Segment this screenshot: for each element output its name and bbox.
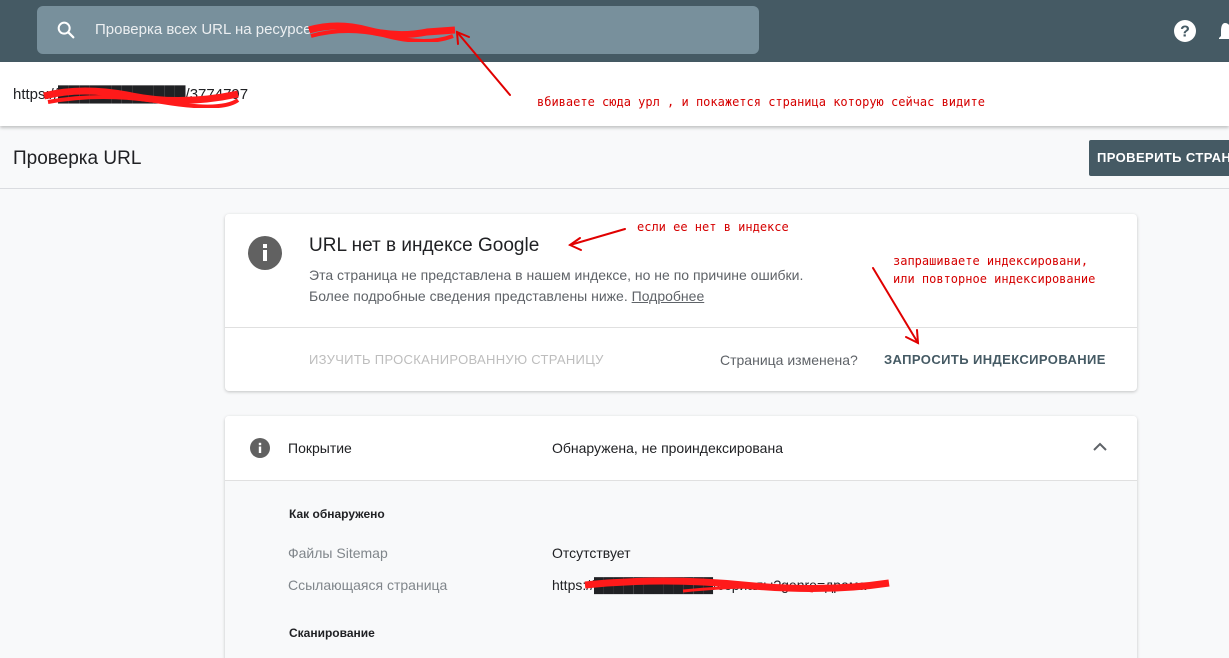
test-live-url-button[interactable]: ПРОВЕРИТЬ СТРАНИЦУ bbox=[1089, 140, 1229, 176]
card-divider bbox=[225, 327, 1137, 328]
notifications-icon[interactable] bbox=[1219, 20, 1229, 42]
coverage-details: Как обнаружено Файлы Sitemap Отсутствует… bbox=[225, 481, 1137, 658]
description-line-2: Более подробные сведения представлены ни… bbox=[309, 286, 869, 307]
description-line-1: Эта страница не представлена в нашем инд… bbox=[309, 267, 804, 283]
index-status-card: URL нет в индексе Google Эта страница не… bbox=[225, 214, 1137, 391]
coverage-card: Покрытие Обнаружена, не проиндексирована… bbox=[225, 416, 1137, 658]
chevron-up-icon[interactable] bbox=[1093, 442, 1107, 452]
redaction-scribble bbox=[308, 22, 456, 42]
annotation-enter-url: вбиваете сюда урл , и покажется страница… bbox=[537, 95, 985, 109]
coverage-value: Обнаружена, не проиндексирована bbox=[552, 440, 783, 456]
page-title: Проверка URL bbox=[13, 148, 142, 169]
description-line-2-text: Более подробные сведения представлены ни… bbox=[309, 288, 628, 304]
crawl-section-title: Сканирование bbox=[289, 626, 375, 640]
coverage-header[interactable]: Покрытие Обнаружена, не проиндексирована bbox=[225, 416, 1137, 481]
top-app-bar: Проверка всех URL на ресурсе ? bbox=[0, 0, 1229, 62]
index-status-heading: URL нет в индексе Google bbox=[309, 235, 540, 256]
page-header: Проверка URL ПРОВЕРИТЬ СТРАНИЦУ bbox=[0, 127, 1229, 189]
redaction-scribble bbox=[584, 577, 890, 593]
page-changed-label: Страница изменена? bbox=[720, 352, 858, 368]
svg-text:?: ? bbox=[1180, 24, 1190, 41]
annotation-not-in-index: если ее нет в индексе bbox=[637, 220, 789, 234]
search-input[interactable]: Проверка всех URL на ресурсе bbox=[37, 6, 759, 54]
sitemaps-value: Отсутствует bbox=[552, 545, 631, 561]
redaction-scribble bbox=[43, 87, 240, 108]
search-placeholder: Проверка всех URL на ресурсе bbox=[95, 21, 312, 38]
annotation-request-line-2: или повторное индексирование bbox=[893, 272, 1096, 286]
referring-page-label: Ссылающаяся страница bbox=[288, 577, 448, 593]
sitemaps-label: Файлы Sitemap bbox=[288, 545, 388, 561]
learn-more-link[interactable]: Подробнее bbox=[632, 288, 705, 304]
help-icon[interactable]: ? bbox=[1173, 19, 1197, 43]
annotation-request-line-1: запрашиваете индексировани, bbox=[893, 254, 1089, 268]
index-status-description: Эта страница не представлена в нашем инд… bbox=[309, 265, 869, 307]
request-indexing-button[interactable]: ЗАПРОСИТЬ ИНДЕКСИРОВАНИЕ bbox=[884, 352, 1106, 367]
inspected-url-bar: https://████████████/3774797 bbox=[0, 62, 1229, 126]
coverage-label: Покрытие bbox=[288, 440, 352, 456]
view-crawled-page-button[interactable]: ИЗУЧИТЬ ПРОСКАНИРОВАННУЮ СТРАНИЦУ bbox=[309, 352, 604, 367]
info-icon bbox=[248, 236, 282, 270]
search-icon bbox=[57, 21, 75, 39]
info-icon bbox=[250, 438, 270, 458]
discovery-section-title: Как обнаружено bbox=[289, 507, 385, 521]
